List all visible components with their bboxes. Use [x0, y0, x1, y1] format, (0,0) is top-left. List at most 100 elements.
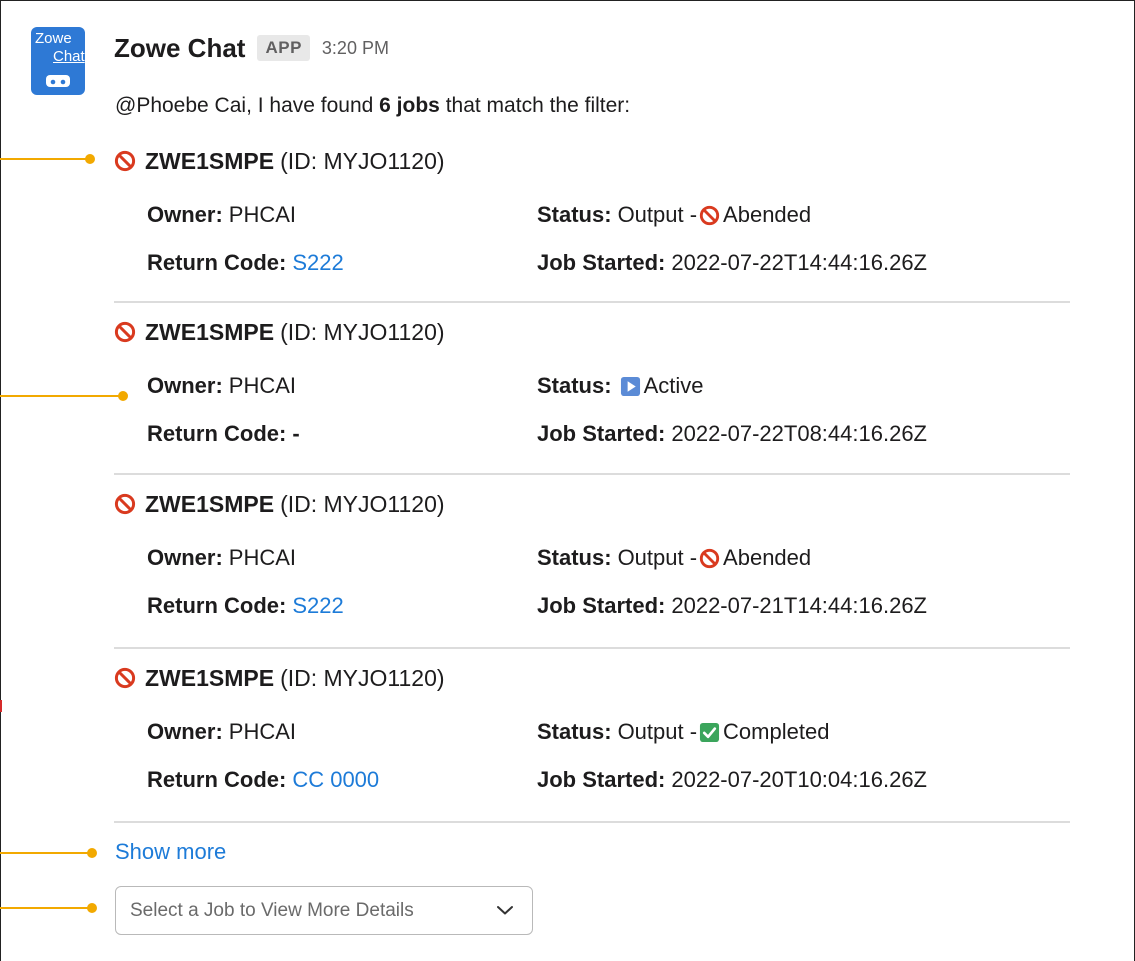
avatar-text-line1: Zowe [35, 30, 72, 47]
prohibited-icon [114, 150, 136, 172]
job-name: ZWE1SMPE [145, 664, 275, 691]
owner-value: PHCAI [228, 373, 297, 398]
job-id: (ID: MYJO1120) [280, 664, 445, 691]
job-started-value: 2022-07-20T10:04:16.26Z [671, 767, 927, 792]
owner-field: Owner: PHCAI [147, 200, 296, 230]
job-select-dropdown[interactable]: Select a Job to View More Details [115, 886, 533, 935]
prohibited-icon [114, 493, 136, 515]
status-prefix: Output - [617, 202, 698, 227]
status-value: Abended [723, 545, 812, 570]
callout-dot [87, 903, 97, 913]
job-name: ZWE1SMPE [145, 147, 275, 174]
return-code-value[interactable]: CC 0000 [292, 767, 379, 793]
return-code-field: Return Code: CC 0000 [147, 765, 379, 795]
intro-prefix: @Phoebe Cai, I have found [115, 94, 380, 117]
job-id: (ID: MYJO1120) [280, 318, 445, 345]
status-field: Status: Output - Abended [537, 543, 811, 573]
return-code-value[interactable]: S222 [292, 250, 343, 276]
owner-field: Owner: PHCAI [147, 717, 296, 747]
status-prefix: Output - [617, 719, 698, 744]
job-started-value: 2022-07-22T08:44:16.26Z [671, 421, 927, 446]
intro-suffix: that match the filter: [439, 94, 631, 117]
job-card: ZWE1SMPE (ID: MYJO1120) Owner: PHCAI Return … [114, 146, 1070, 296]
callout-dot [87, 848, 97, 858]
job-divider [114, 821, 1070, 823]
callout-line-job-fields [0, 391, 128, 401]
job-name: ZWE1SMPE [145, 318, 275, 345]
owner-label: Owner: [147, 373, 223, 398]
return-code-field: Return Code: S222 [147, 248, 344, 278]
return-code-value[interactable]: S222 [292, 593, 343, 619]
job-started-value: 2022-07-22T14:44:16.26Z [671, 250, 927, 275]
status-value: Abended [723, 202, 812, 227]
prohibited-icon [114, 321, 136, 343]
chevron-down-icon [497, 906, 513, 915]
status-label: Status: [537, 373, 612, 398]
job-title[interactable]: ZWE1SMPE (ID: MYJO1120) [114, 489, 445, 519]
job-title[interactable]: ZWE1SMPE (ID: MYJO1120) [114, 317, 445, 347]
job-title[interactable]: ZWE1SMPE (ID: MYJO1120) [114, 146, 445, 176]
status-prefix: Output - [617, 545, 698, 570]
intro-job-count: 6 jobs [379, 94, 440, 117]
return-code-field: Return Code: - [147, 419, 300, 449]
job-started-value: 2022-07-21T14:44:16.26Z [671, 593, 927, 618]
owner-value: PHCAI [228, 202, 297, 227]
callout-line-job-title [0, 154, 95, 164]
app-avatar[interactable]: Zowe Chat [31, 27, 85, 95]
job-id: (ID: MYJO1120) [280, 490, 445, 517]
status-label: Status: [537, 545, 612, 570]
return-code-label: Return Code: [147, 593, 287, 618]
job-id: (ID: MYJO1120) [280, 147, 445, 174]
job-divider [114, 647, 1070, 649]
job-started-label: Job Started: [537, 421, 666, 446]
status-field: Status: Output - Abended [537, 200, 811, 230]
owner-field: Owner: PHCAI [147, 371, 296, 401]
return-code-value: - [292, 421, 300, 446]
job-card: ZWE1SMPE (ID: MYJO1120) Owner: PHCAI Return … [114, 663, 1070, 813]
owner-value: PHCAI [228, 545, 297, 570]
callout-dot [85, 154, 95, 164]
owner-value: PHCAI [228, 719, 297, 744]
check-icon [699, 722, 720, 743]
callout-line-select [0, 903, 97, 913]
job-divider [114, 473, 1070, 475]
status-field: Status: Output - Completed [537, 717, 829, 747]
status-field: Status: Active [537, 371, 703, 401]
job-started-label: Job Started: [537, 593, 666, 618]
status-value: Completed [723, 719, 830, 744]
owner-label: Owner: [147, 719, 223, 744]
message-header: Zowe Chat APP 3:20 PM [114, 32, 389, 64]
job-name: ZWE1SMPE [145, 490, 275, 517]
prohibited-icon [114, 667, 136, 689]
job-divider [114, 301, 1070, 303]
return-code-label: Return Code: [147, 250, 287, 275]
prohibited-icon [699, 548, 720, 569]
return-code-field: Return Code: S222 [147, 591, 344, 621]
callout-line-show-more [0, 848, 97, 858]
return-code-label: Return Code: [147, 421, 287, 446]
sender-name[interactable]: Zowe Chat [114, 33, 245, 64]
status-label: Status: [537, 202, 612, 227]
job-card: ZWE1SMPE (ID: MYJO1120) Owner: PHCAI Return … [114, 489, 1070, 639]
status-label: Status: [537, 719, 612, 744]
prohibited-icon [699, 205, 720, 226]
message-timestamp[interactable]: 3:20 PM [322, 38, 389, 59]
owner-label: Owner: [147, 545, 223, 570]
play-icon [620, 376, 641, 397]
job-select-placeholder: Select a Job to View More Details [130, 900, 414, 921]
owner-label: Owner: [147, 202, 223, 227]
app-badge: APP [257, 35, 310, 61]
job-started-field: Job Started: 2022-07-22T08:44:16.26Z [537, 419, 927, 449]
return-code-label: Return Code: [147, 767, 287, 792]
job-started-label: Job Started: [537, 767, 666, 792]
frame-left-border [0, 0, 1, 961]
job-title[interactable]: ZWE1SMPE (ID: MYJO1120) [114, 663, 445, 693]
status-value: Active [643, 373, 704, 398]
owner-field: Owner: PHCAI [147, 543, 296, 573]
message-intro: @Phoebe Cai, I have found 6 jobs that ma… [115, 94, 630, 118]
robot-icon [46, 75, 70, 87]
job-started-field: Job Started: 2022-07-22T14:44:16.26Z [537, 248, 927, 278]
show-more-link[interactable]: Show more [115, 839, 226, 865]
job-started-label: Job Started: [537, 250, 666, 275]
frame-top-border [0, 0, 1135, 1]
